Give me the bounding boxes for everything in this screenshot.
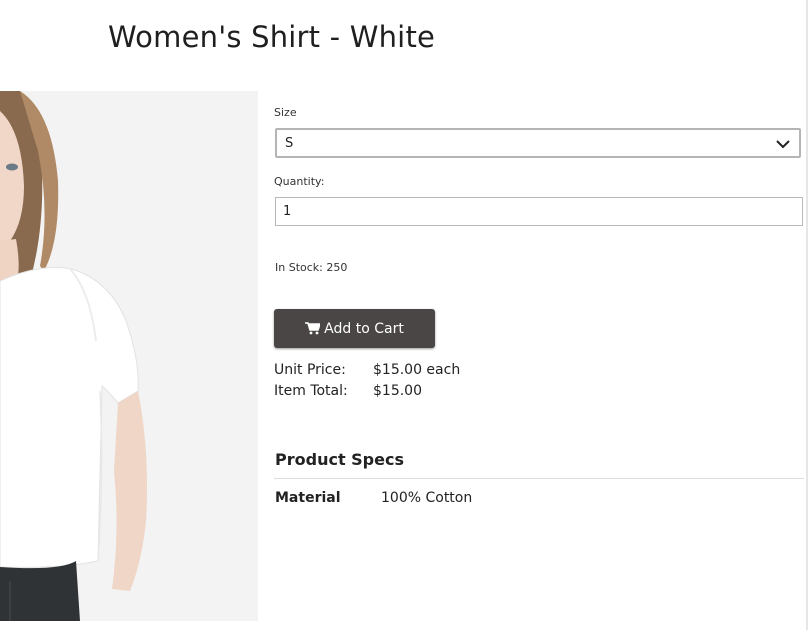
- price-summary: Unit Price: $15.00 each Item Total: $15.00: [274, 362, 460, 404]
- item-total-value: $15.00: [373, 383, 422, 399]
- size-select[interactable]: S: [275, 128, 801, 158]
- product-image: [0, 91, 258, 621]
- unit-price-row: Unit Price: $15.00 each: [274, 362, 460, 383]
- unit-price-label: Unit Price:: [274, 362, 346, 378]
- item-total-row: Item Total: $15.00: [274, 383, 460, 404]
- add-to-cart-label: Add to Cart: [324, 320, 404, 337]
- spec-label: Material: [275, 490, 341, 506]
- chevron-down-icon: [776, 140, 790, 149]
- product-page: Women's Shirt - White Size S Quantity: 1…: [0, 0, 808, 630]
- specs-divider: [274, 478, 804, 479]
- specs-title: Product Specs: [275, 450, 404, 469]
- quantity-input[interactable]: [275, 197, 803, 226]
- unit-price-value: $15.00 each: [373, 362, 461, 378]
- spec-row: Material 100% Cotton: [275, 490, 472, 506]
- quantity-label: Quantity:: [274, 175, 325, 188]
- stock-text: In Stock: 250: [275, 261, 348, 274]
- size-label: Size: [274, 106, 297, 119]
- spec-value: 100% Cotton: [381, 490, 473, 506]
- product-photo: [0, 91, 258, 621]
- cart-icon: [305, 322, 321, 335]
- item-total-label: Item Total:: [274, 383, 348, 399]
- add-to-cart-button[interactable]: Add to Cart: [274, 309, 435, 348]
- size-value: S: [285, 136, 294, 151]
- page-title: Women's Shirt - White: [108, 20, 436, 54]
